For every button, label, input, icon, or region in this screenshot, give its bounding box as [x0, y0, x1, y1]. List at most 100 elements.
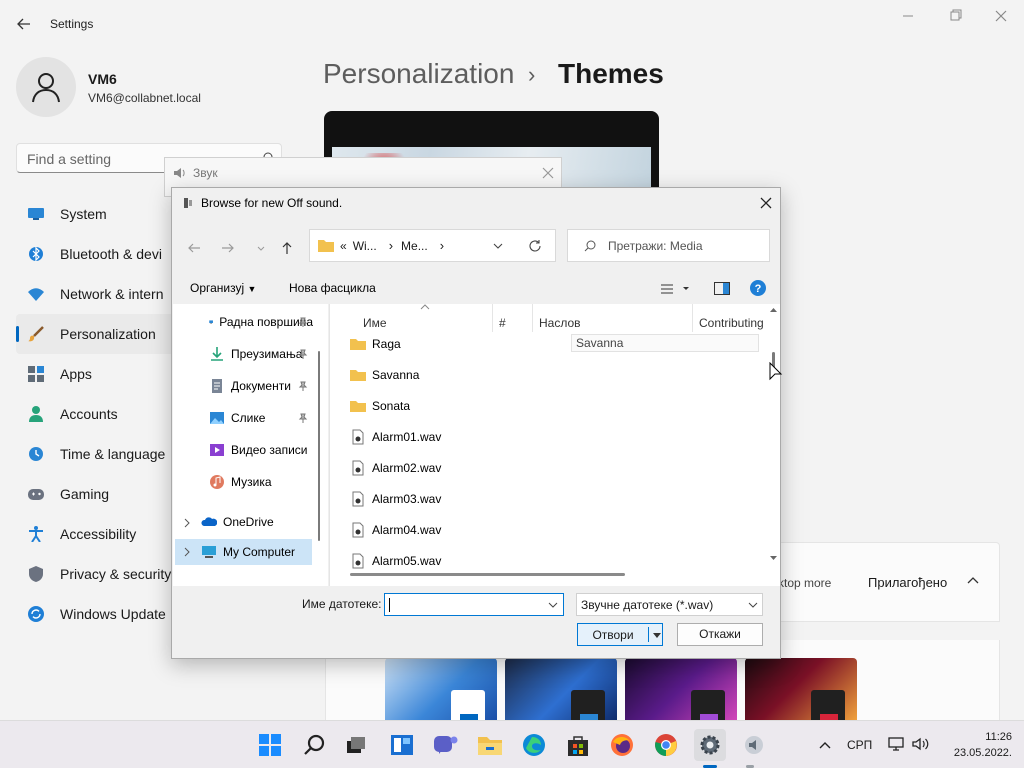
pin-icon[interactable]: [298, 317, 308, 327]
horizontal-scrollbar[interactable]: [350, 573, 625, 576]
clock[interactable]: 11:26 23.05.2022.: [942, 729, 1012, 761]
volume-icon[interactable]: [912, 737, 930, 751]
vertical-scrollbar[interactable]: [766, 304, 781, 586]
scrollbar[interactable]: [318, 351, 320, 541]
audio-file-icon: [352, 522, 364, 538]
chrome-icon[interactable]: [650, 729, 682, 761]
sort-ascending-icon: [420, 304, 430, 310]
theme-thumbnail[interactable]: [625, 658, 737, 720]
documents-icon: [212, 379, 222, 393]
folder-icon: [350, 401, 366, 412]
open-button[interactable]: Отвори: [577, 623, 663, 646]
file-row-wav[interactable]: Alarm04.wav: [350, 519, 441, 541]
file-row-wav[interactable]: Alarm01.wav: [350, 426, 441, 448]
close-icon[interactable]: [759, 196, 773, 210]
navigation-pane: Радна површина Преузимања Документи Слик…: [173, 304, 328, 586]
title-edit-field[interactable]: Savanna: [571, 334, 759, 352]
search-icon[interactable]: [298, 729, 330, 761]
gamepad-icon: [28, 486, 44, 502]
pin-icon[interactable]: [298, 349, 308, 359]
organize-button[interactable]: Организуј ▼: [190, 281, 256, 295]
widgets-icon[interactable]: [386, 729, 418, 761]
breadcrumb-separator: ›: [528, 62, 536, 87]
file-explorer-icon[interactable]: [474, 729, 506, 761]
new-folder-button[interactable]: Нова фасцикла: [289, 281, 376, 295]
preview-pane-icon[interactable]: [714, 282, 730, 295]
minimize-icon[interactable]: [898, 8, 918, 24]
cancel-button[interactable]: Откажи: [677, 623, 763, 646]
file-row-folder[interactable]: Sonata: [350, 395, 410, 417]
tree-item-videos[interactable]: Видео записи: [209, 439, 319, 461]
breadcrumb-parent[interactable]: Personalization: [323, 58, 514, 90]
tree-item-music[interactable]: Музика: [209, 471, 319, 493]
theme-thumbnail[interactable]: [385, 658, 497, 720]
file-row-folder[interactable]: Savanna: [350, 364, 419, 386]
close-icon[interactable]: [991, 8, 1011, 24]
restore-icon[interactable]: [945, 8, 965, 24]
teams-chat-icon[interactable]: [430, 729, 462, 761]
address-segment[interactable]: Wi...: [353, 239, 377, 253]
pin-icon[interactable]: [298, 381, 308, 391]
firefox-icon[interactable]: [606, 729, 638, 761]
sound-icon[interactable]: [738, 729, 770, 761]
pin-icon[interactable]: [298, 413, 308, 423]
store-icon[interactable]: [562, 729, 594, 761]
start-icon[interactable]: [254, 729, 286, 761]
address-prefix[interactable]: «: [340, 239, 347, 253]
back-arrow-icon[interactable]: [16, 16, 32, 32]
column-header-contributing[interactable]: Contributing: [699, 316, 765, 330]
column-header-name[interactable]: Име: [363, 316, 387, 330]
chevron-down-icon: [748, 602, 758, 608]
chevron-down-icon[interactable]: [652, 630, 662, 640]
search-placeholder: Претражи: Media: [608, 239, 703, 253]
folder-icon: [350, 339, 366, 350]
cursor-icon: [769, 362, 783, 381]
chevron-right-icon[interactable]: [183, 518, 191, 528]
avatar[interactable]: [16, 57, 76, 117]
forward-arrow-icon[interactable]: [220, 240, 236, 256]
chevron-down-icon[interactable]: [253, 240, 269, 256]
audio-file-icon: [352, 491, 364, 507]
theme-thumbnail[interactable]: [745, 658, 857, 720]
edge-icon[interactable]: [518, 729, 550, 761]
chevron-down-icon[interactable]: [492, 240, 504, 252]
file-list: Име # Наслов Contributing Savanna Raga S…: [329, 304, 783, 586]
file-type-select[interactable]: Звучне датотеке (*.wav): [576, 593, 763, 616]
audio-file-icon: [352, 429, 364, 445]
folder-search-input[interactable]: Претражи: Media: [567, 229, 770, 262]
address-segment[interactable]: Me...: [401, 239, 428, 253]
theme-thumbnail[interactable]: [505, 658, 617, 720]
close-icon[interactable]: [541, 166, 555, 180]
file-row-wav[interactable]: Alarm02.wav: [350, 457, 441, 479]
settings-icon[interactable]: [694, 729, 726, 761]
refresh-icon[interactable]: [528, 239, 542, 253]
chevron-right-icon[interactable]: [183, 547, 191, 557]
network-icon[interactable]: [888, 737, 904, 751]
onedrive-icon: [201, 517, 217, 526]
dialog-title: Browse for new Off sound.: [201, 196, 343, 210]
tree-item-my-computer[interactable]: My Computer: [175, 539, 312, 565]
file-row-wav[interactable]: Alarm03.wav: [350, 488, 441, 510]
chevron-down-icon[interactable]: [548, 600, 558, 610]
brush-icon: [28, 326, 44, 342]
view-options-icon[interactable]: [661, 283, 691, 295]
file-row-folder[interactable]: Raga: [350, 333, 401, 355]
chevron-up-icon[interactable]: [966, 574, 980, 588]
file-row-wav[interactable]: Alarm05.wav: [350, 550, 441, 572]
address-bar[interactable]: « Wi... › Me... ›: [309, 229, 556, 262]
input-language[interactable]: СРП: [847, 738, 872, 752]
search-icon: [584, 240, 596, 252]
speaker-icon: [174, 168, 185, 178]
task-view-icon[interactable]: [340, 729, 372, 761]
user-icon: [32, 73, 60, 103]
column-header-title[interactable]: Наслов: [539, 316, 581, 330]
column-header-number[interactable]: #: [499, 316, 506, 330]
tree-item-onedrive[interactable]: OneDrive: [201, 511, 319, 533]
file-name-input[interactable]: [384, 593, 564, 616]
up-arrow-icon[interactable]: [279, 240, 295, 256]
help-icon[interactable]: ?: [750, 280, 766, 296]
shield-icon: [28, 566, 44, 582]
search-placeholder: Find a setting: [27, 151, 112, 167]
back-arrow-icon[interactable]: [186, 240, 202, 256]
chevron-up-icon[interactable]: [818, 739, 832, 751]
